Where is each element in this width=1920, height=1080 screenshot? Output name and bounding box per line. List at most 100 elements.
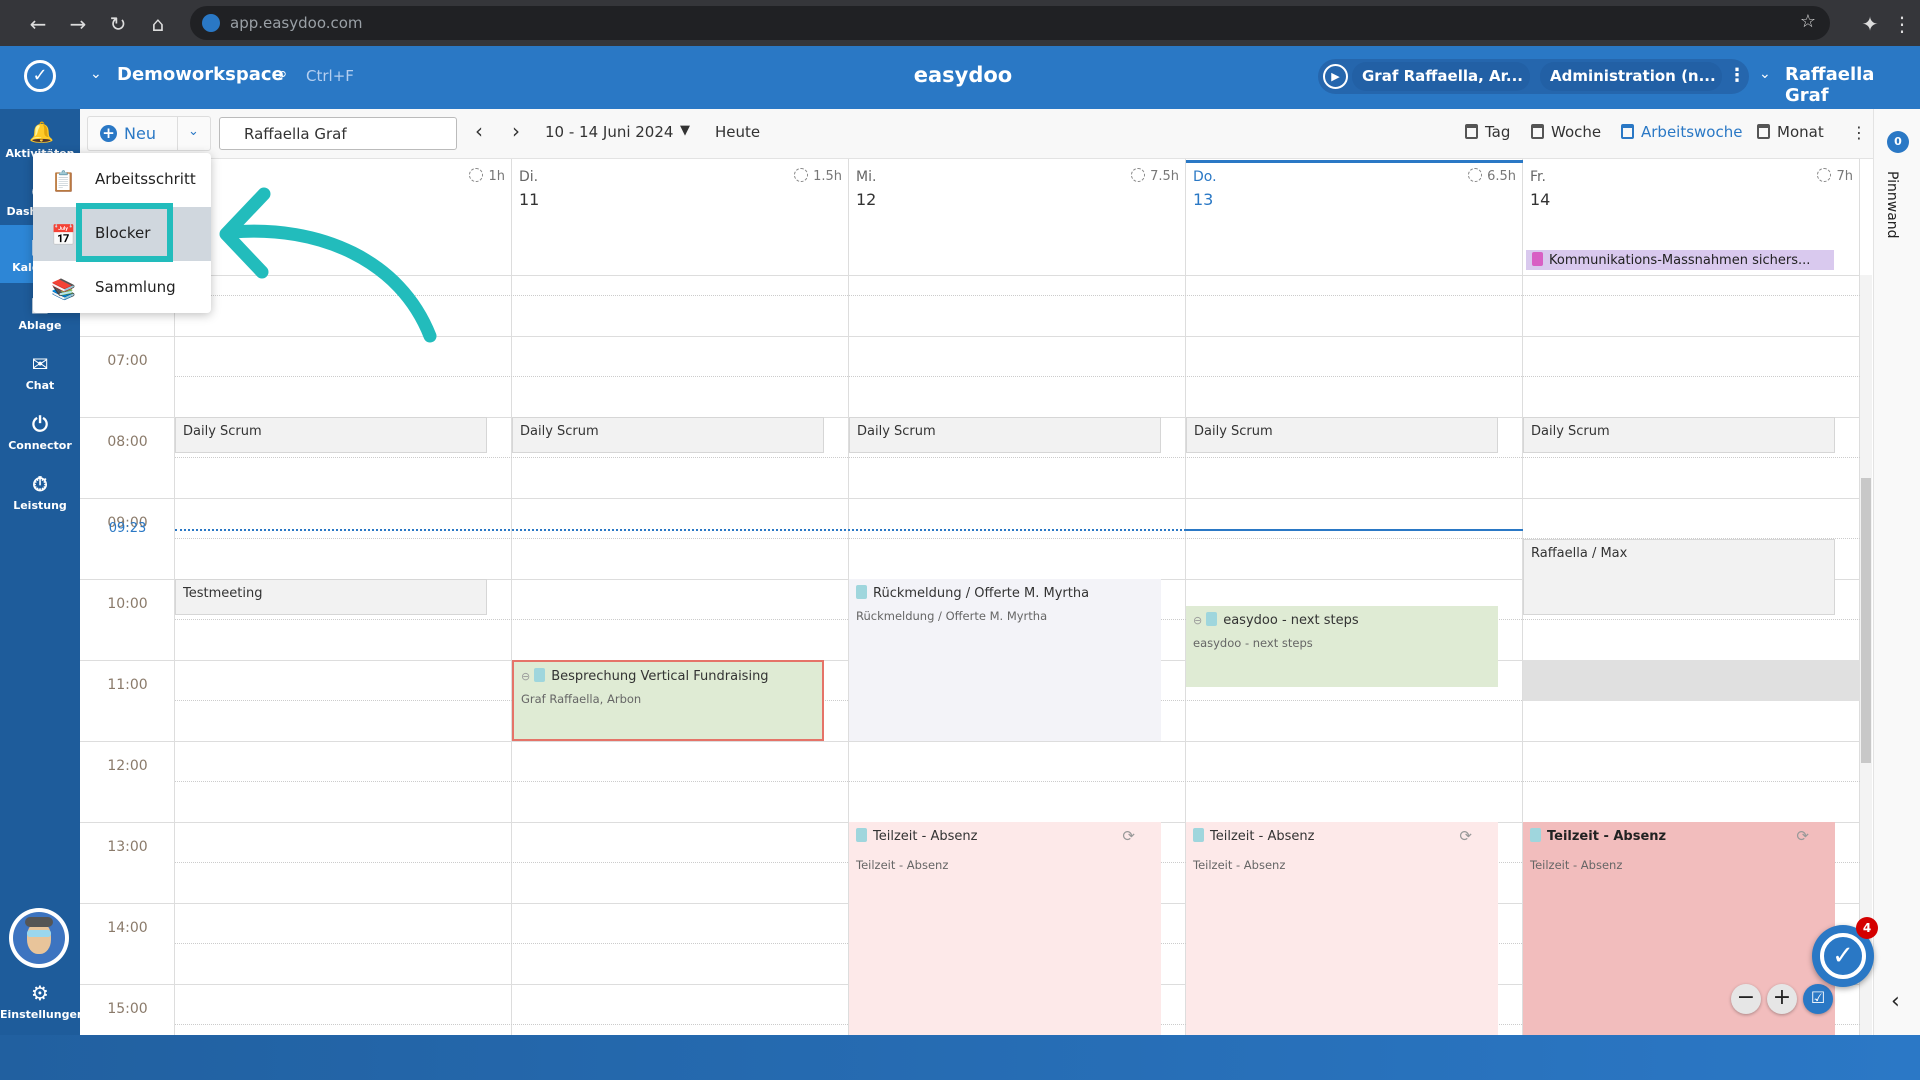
- date-range-caret-icon[interactable]: ▼: [680, 123, 690, 138]
- day-number[interactable]: 12: [856, 190, 876, 209]
- event-title: Raffaella / Max: [1531, 545, 1628, 561]
- calendar-icon: [1465, 124, 1478, 139]
- date-range-picker[interactable]: 10 - 14 Juni 2024: [545, 123, 673, 141]
- scrollbar-thumb[interactable]: [1861, 478, 1871, 763]
- day-number[interactable]: 11: [519, 190, 539, 209]
- today-button[interactable]: Heute: [715, 123, 760, 141]
- menu-item-sammlung[interactable]: 📚 Sammlung: [33, 261, 211, 315]
- clock-icon: [1131, 168, 1146, 182]
- sidebar-item-label: Chat: [25, 379, 55, 392]
- event-title: Daily Scrum: [183, 424, 262, 439]
- calendar-check-button[interactable]: ☑: [1803, 984, 1833, 1014]
- day-duration: 6.5h: [1468, 168, 1516, 184]
- current-time-label: 09:23: [108, 521, 147, 537]
- event-title: Rückmeldung / Offerte M. Myrtha: [873, 586, 1090, 601]
- pinboard-tab[interactable]: Pinnwand: [1884, 171, 1900, 239]
- calendar-event[interactable]: Daily Scrum: [1186, 417, 1498, 454]
- next-week-icon[interactable]: ›: [512, 119, 520, 143]
- calendar-event[interactable]: Daily Scrum: [512, 417, 824, 454]
- calendar-event[interactable]: Teilzeit - Absenz ⟳ Teilzeit - Absenz: [849, 822, 1161, 1035]
- zoom-out-button[interactable]: −: [1731, 984, 1761, 1014]
- day-name: Mi.: [856, 169, 877, 185]
- gear-icon: ⚙: [31, 981, 49, 1005]
- day-name: Di.: [519, 169, 539, 185]
- calendar-event[interactable]: Testmeeting: [175, 579, 487, 616]
- calendar-event[interactable]: Raffaella / Max: [1523, 538, 1835, 616]
- calendar-event[interactable]: Rückmeldung / Offerte M. Myrtha Rückmeldu…: [849, 579, 1161, 741]
- browser-menu-icon[interactable]: ⋮: [1890, 12, 1914, 36]
- event-title: easydoo - next steps: [1223, 613, 1359, 628]
- calendar-event[interactable]: ⊖ Besprechung Vertical Fundraising Graf Ra…: [512, 660, 824, 741]
- play-icon[interactable]: ▶: [1323, 64, 1348, 89]
- calendar-event[interactable]: Teilzeit - Absenz ⟳ Teilzeit - Absenz: [1186, 822, 1498, 1035]
- view-tag[interactable]: Tag: [1465, 123, 1510, 141]
- sidebar-item-settings[interactable]: ⚙ Einstellungen: [0, 981, 85, 1021]
- sidebar-item-chat[interactable]: ✉ Chat: [0, 353, 80, 392]
- event-title: Teilzeit - Absenz: [1547, 829, 1667, 844]
- today-indicator: [1186, 160, 1523, 163]
- easydoo-fab-button[interactable]: ✓ 4: [1812, 917, 1878, 987]
- view-monat[interactable]: Monat: [1757, 123, 1824, 141]
- calendar-event[interactable]: ⊖ easydoo - next steps easydoo - next step…: [1186, 606, 1498, 687]
- timer-task[interactable]: Graf Raffaella, Ar...: [1352, 62, 1530, 91]
- day-name: Do.: [1193, 169, 1217, 185]
- menu-item-arbeitsschritt[interactable]: 📋 Arbeitsschritt: [33, 153, 211, 207]
- site-icon: [202, 14, 220, 32]
- duration-value: 1.5h: [813, 169, 842, 184]
- recurring-icon: ⟳: [1796, 827, 1809, 845]
- back-icon[interactable]: ←: [26, 12, 50, 36]
- chat-icon: ✉: [31, 352, 49, 376]
- extensions-icon[interactable]: ✦: [1858, 12, 1882, 36]
- event-subtitle: Teilzeit - Absenz: [1193, 858, 1286, 872]
- view-label: Woche: [1551, 123, 1602, 141]
- calendar-toolbar: + Neu ⌄ Raffaella Graf ‹ › 10 - 14 Juni …: [80, 109, 1873, 159]
- new-button[interactable]: + Neu: [88, 117, 178, 150]
- view-arbeitswoche[interactable]: Arbeitswoche: [1621, 123, 1742, 141]
- day-number[interactable]: 14: [1530, 190, 1550, 209]
- calendar-event[interactable]: [1523, 660, 1860, 701]
- avatar[interactable]: [9, 908, 69, 968]
- star-icon[interactable]: ☆: [1800, 11, 1816, 32]
- plug-icon: ⏻: [32, 412, 48, 436]
- calendar-event[interactable]: Daily Scrum: [849, 417, 1161, 454]
- duration-value: 7h: [1836, 169, 1853, 184]
- view-woche[interactable]: Woche: [1531, 123, 1601, 141]
- current-time-line-today: [1186, 529, 1523, 532]
- address-bar[interactable]: app.easydoo.com ☆: [190, 6, 1830, 40]
- person-select[interactable]: Raffaella Graf: [219, 117, 457, 150]
- browser-toolbar: ← → ↻ ⌂ app.easydoo.com ☆ ✦ ⋮: [0, 0, 1920, 46]
- event-title: Teilzeit - Absenz: [873, 829, 978, 844]
- new-dropdown-chevron-icon[interactable]: ⌄: [188, 124, 199, 139]
- forward-icon[interactable]: →: [66, 12, 90, 36]
- collection-icon: 📚: [51, 277, 76, 301]
- reload-icon[interactable]: ↻: [106, 12, 130, 36]
- link-icon: ⊖: [1193, 614, 1203, 627]
- calendar-event[interactable]: Daily Scrum: [175, 417, 487, 454]
- event-subtitle: easydoo - next steps: [1193, 636, 1313, 650]
- previous-week-icon[interactable]: ‹: [475, 119, 483, 143]
- timer-activity[interactable]: Administration (n...: [1540, 62, 1722, 91]
- timer-more-icon[interactable]: ⋮: [1728, 65, 1746, 86]
- time-label: 08:00: [107, 434, 148, 450]
- chevron-left-icon[interactable]: ‹: [1891, 989, 1900, 1014]
- new-button-label: Neu: [124, 124, 156, 143]
- half-hour-line: [175, 457, 1860, 458]
- event-title: Daily Scrum: [857, 424, 936, 439]
- calendar-grid: 07:00 08:00 09:00 10:00 11:00 12:00 13:00 14:00…: [80, 159, 1873, 1035]
- zoom-in-button[interactable]: +: [1767, 984, 1797, 1014]
- user-chevron-icon[interactable]: ⌄: [1759, 66, 1771, 82]
- new-button-group: + Neu ⌄: [87, 116, 211, 151]
- menu-item-label: Sammlung: [95, 278, 176, 296]
- calendar-event[interactable]: Daily Scrum: [1523, 417, 1835, 454]
- sidebar-item-leistung[interactable]: ⏱ Leistung: [0, 473, 80, 512]
- sidebar-item-label: Ablage: [18, 319, 62, 332]
- timer-bar: ▶ Graf Raffaella, Ar... Administration (…: [1318, 59, 1749, 94]
- sidebar-item-connector[interactable]: ⏻ Connector: [0, 413, 80, 452]
- day-number[interactable]: 13: [1193, 190, 1213, 209]
- allday-event[interactable]: Kommunikations-Massnahmen sichers...: [1526, 250, 1834, 270]
- home-icon[interactable]: ⌂: [146, 12, 170, 36]
- toolbar-more-icon[interactable]: ⋮: [1851, 123, 1867, 142]
- menu-item-blocker[interactable]: 📅 Blocker: [33, 203, 211, 262]
- user-menu[interactable]: Raffaella Graf: [1785, 64, 1920, 106]
- pinboard-panel: 0 Pinnwand ‹: [1873, 109, 1920, 1035]
